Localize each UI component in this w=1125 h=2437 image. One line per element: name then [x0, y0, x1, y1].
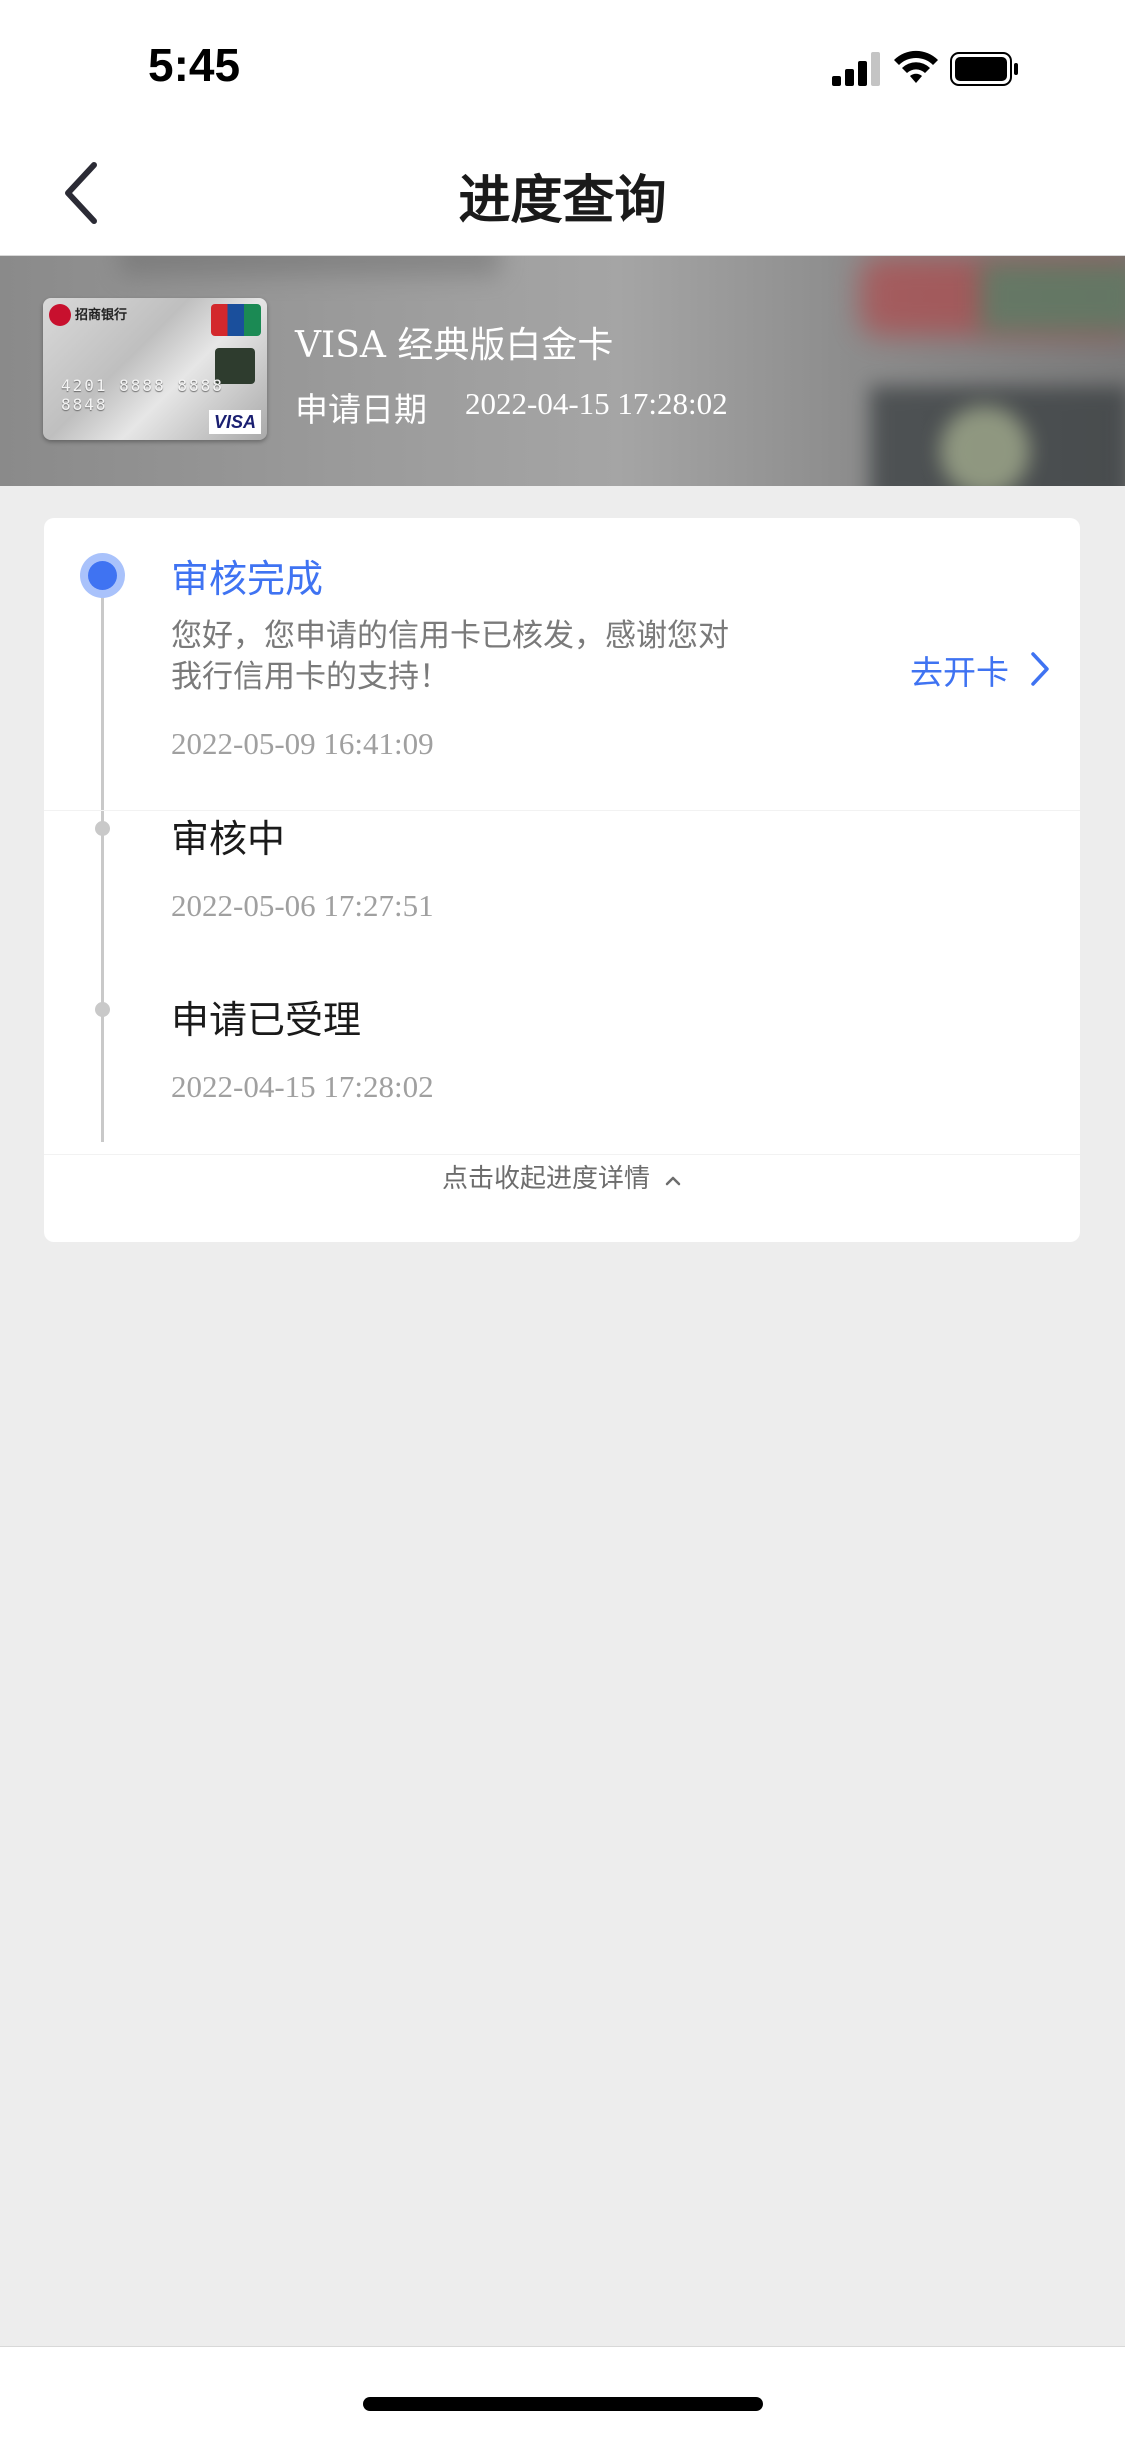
divider [44, 1154, 1080, 1155]
card-bank-name: 招商银行 [75, 308, 128, 323]
bank-logo-icon [49, 304, 71, 326]
activate-card-button[interactable]: 去开卡 [910, 646, 1009, 694]
collapse-label: 点击收起进度详情 [441, 1164, 650, 1194]
card-banner: 招商银行 4201 8888 8888 8848 VISA VISA 经典版白金… [0, 256, 1125, 486]
step-title-accepted: 申请已受理 [171, 998, 362, 1042]
step-time: 2022-05-06 17:27:51 [171, 888, 434, 923]
chevron-right-icon[interactable] [1029, 651, 1051, 687]
step-time: 2022-05-09 16:41:09 [171, 726, 434, 761]
card-name: VISA 经典版白金卡 [295, 325, 614, 366]
step-title-approved: 审核完成 [171, 557, 324, 601]
battery-icon [950, 52, 1018, 86]
step-description: 您好，您申请的信用卡已核发，感谢您对我行信用卡的支持！ [171, 618, 729, 695]
step-time: 2022-04-15 17:28:02 [171, 1069, 434, 1104]
status-time: 5:45 [148, 39, 241, 91]
visa-logo: VISA [209, 410, 261, 434]
chevron-up-icon [665, 1176, 681, 1185]
timeline-dot [95, 821, 110, 836]
bottom-bar [0, 2346, 1125, 2437]
timeline-dot-active [80, 553, 125, 598]
step-title-reviewing: 审核中 [171, 817, 286, 861]
timeline-line [101, 578, 104, 1142]
collapse-progress-button[interactable]: 点击收起进度详情 [44, 1158, 1080, 1195]
status-bar: 5:45 [0, 0, 1125, 130]
card-number: 4201 8888 8888 8848 [61, 376, 224, 414]
home-indicator[interactable] [363, 2397, 763, 2411]
navigation-bar: 进度查询 [0, 130, 1125, 256]
page-title: 进度查询 [458, 171, 667, 231]
unionpay-logo-icon [211, 304, 261, 336]
progress-card: 审核完成 您好，您申请的信用卡已核发，感谢您对我行信用卡的支持！ 去开卡 202… [44, 518, 1080, 1242]
apply-date-label: 申请日期 [295, 390, 427, 429]
timeline-dot [95, 1002, 110, 1017]
cellular-signal-icon [832, 52, 882, 86]
wifi-icon [894, 50, 938, 83]
apply-date-value: 2022-04-15 17:28:02 [465, 386, 728, 421]
credit-card-image: 招商银行 4201 8888 8888 8848 VISA [43, 298, 267, 440]
